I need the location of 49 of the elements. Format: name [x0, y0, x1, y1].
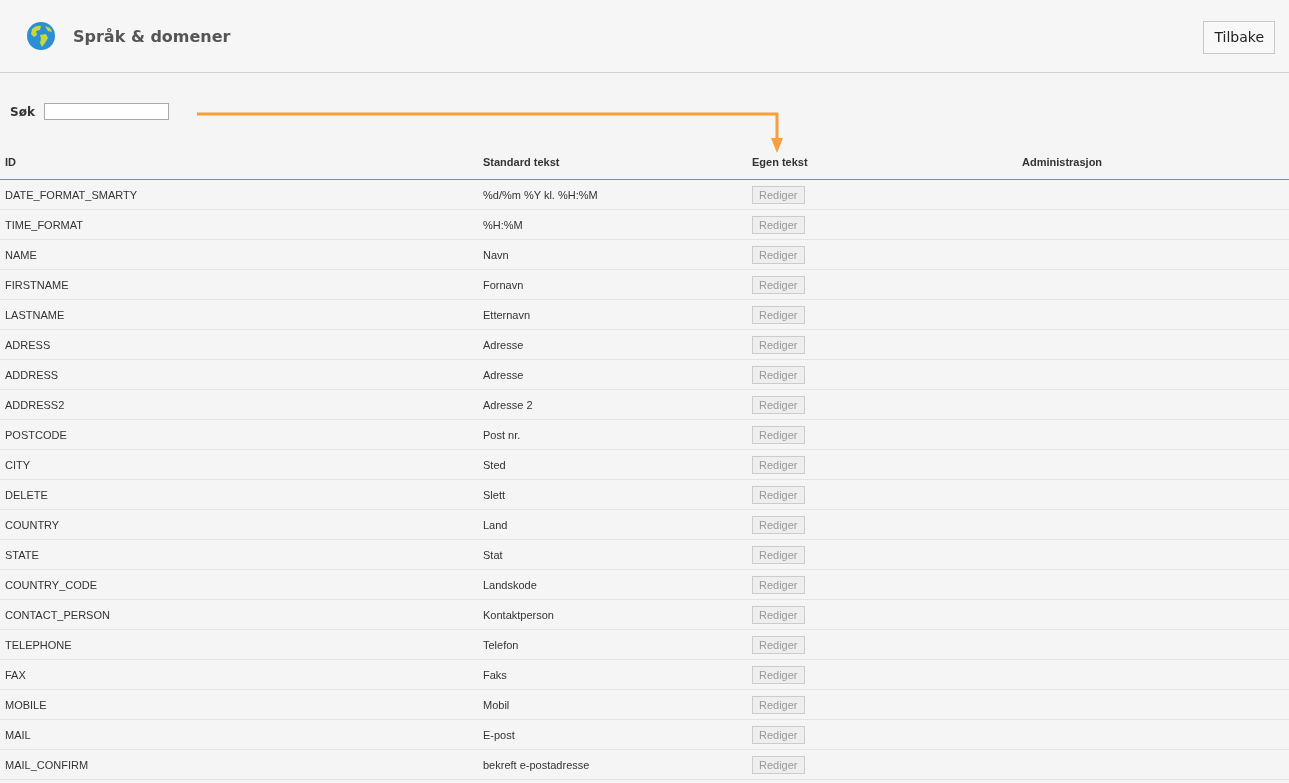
table-cell-text: E-post — [482, 728, 516, 741]
table-cell-text: Landskode — [482, 578, 538, 591]
table-cell-text: FAX — [4, 668, 27, 681]
table-cell-text: TIME_FORMAT — [4, 218, 84, 231]
table-cell-text: Land — [482, 518, 509, 531]
table-cell-text: DELETE — [4, 488, 49, 501]
table-cell-text: Faks — [482, 668, 508, 681]
table-cell-text: FIRSTNAME — [4, 278, 70, 291]
back-button[interactable]: Tilbake — [1203, 20, 1275, 54]
table-cell-text: Adresse — [482, 338, 525, 351]
table-cell-text: Mobil — [482, 698, 511, 711]
table-cell-text: DATE_FORMAT_SMARTY — [4, 188, 139, 201]
column-header: Egen tekst — [751, 156, 809, 168]
table-cell-text: MAIL — [4, 728, 32, 741]
table-cell-text: COUNTRY_CODE — [4, 578, 99, 591]
table-cell-text: NAME — [4, 248, 38, 261]
table-cell-text: STATE — [4, 548, 40, 561]
table-cell-text: ADRESS — [4, 338, 52, 351]
table-cell-text: ADDRESS — [4, 368, 60, 381]
table-cell-text: Slett — [482, 488, 506, 501]
table-cell-text: Kontaktperson — [482, 608, 555, 621]
table-cell-text: bekreft e-postadresse — [482, 758, 591, 771]
table-cell-text: Fornavn — [482, 278, 525, 291]
table-cell-text: Adresse 2 — [482, 398, 534, 411]
table-cell-text: CONTACT_PERSON — [4, 608, 111, 621]
table-cell-text: Etternavn — [482, 308, 532, 321]
table-cell-text: POSTCODE — [4, 428, 68, 441]
search-label: Søk — [10, 104, 35, 119]
column-header: Administrasjon — [1021, 156, 1104, 168]
table-cell-text: Sted — [482, 458, 507, 471]
table-cell-text: Stat — [482, 548, 504, 561]
table-cell-text: MOBILE — [4, 698, 48, 711]
table-cell-text: TELEPHONE — [4, 638, 73, 651]
table-cell-text: Post nr. — [482, 428, 522, 441]
table-cell-text: Telefon — [482, 638, 520, 651]
globe-icon — [26, 21, 56, 51]
table-cell-text: ADDRESS2 — [4, 398, 66, 411]
column-header: ID — [4, 156, 17, 168]
table-cell-text: Navn — [482, 248, 510, 261]
column-header: Standard tekst — [482, 156, 561, 168]
table-cell-text: Adresse — [482, 368, 525, 381]
table-cell-text: %H:%M — [482, 218, 524, 231]
table-cell-text: %d/%m %Y kl. %H:%M — [482, 188, 599, 201]
search-field[interactable] — [43, 103, 169, 120]
table-cell-text: CITY — [4, 458, 32, 471]
page-title: Språk & domener — [73, 26, 232, 46]
table-cell-text: MAIL_CONFIRM — [4, 758, 90, 771]
table-cell-text: COUNTRY — [4, 518, 61, 531]
table-cell-text: LASTNAME — [4, 308, 66, 321]
